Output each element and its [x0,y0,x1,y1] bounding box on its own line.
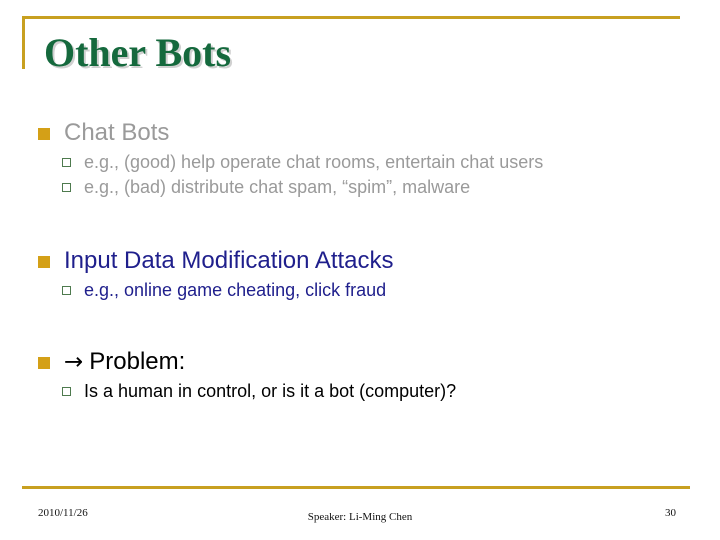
bullet-level2-label: e.g., (good) help operate chat rooms, en… [84,152,544,172]
bullet-level2-chat-bots-good: e.g., (good) help operate chat rooms, en… [0,150,720,175]
bullet-level2-chat-bots-bad: e.g., (bad) distribute chat spam, “spim”… [0,175,720,200]
square-bullet-icon [38,128,50,140]
bullet-level1-label: Problem: [89,348,186,375]
bullet-level2-label: Is a human in control, or is it a bot (c… [84,381,457,401]
slide-body: Chat Bots e.g., (good) help operate chat… [0,118,720,404]
footer-rule [22,486,690,489]
bullet-level1-problem-text: → Problem: [64,347,185,377]
hollow-square-bullet-icon [62,387,71,396]
footer-page-number: 30 [665,507,676,519]
bullet-level1-problem: → Problem: [0,347,720,377]
square-bullet-icon [38,357,50,369]
bullet-level2-label: e.g., (bad) distribute chat spam, “spim”… [84,177,471,197]
hollow-square-bullet-icon [62,286,71,295]
slide-footer: 2010/11/26 Speaker: Li-Ming Chen 30 [0,506,720,526]
footer-speaker: Speaker: Li-Ming Chen [307,511,413,523]
hollow-square-bullet-icon [62,158,71,167]
bullet-level1-input-data-modification: Input Data Modification Attacks [0,246,720,276]
bullet-level2-problem-question: Is a human in control, or is it a bot (c… [0,379,720,404]
bullet-level1-label: Chat Bots [64,119,170,146]
content-block-problem: → Problem: Is a human in control, or is i… [0,347,720,404]
slide-canvas: Other Bots Chat Bots e.g., (good) help o… [0,0,720,540]
hollow-square-bullet-icon [62,183,71,192]
bullet-level1-label: Input Data Modification Attacks [64,247,394,274]
square-bullet-icon [38,256,50,268]
slide-title: Other Bots [44,30,232,75]
bullet-level1-chat-bots: Chat Bots [0,118,720,148]
content-block-chat-bots: Chat Bots e.g., (good) help operate chat… [0,118,720,200]
right-arrow-icon: → [64,349,84,375]
title-left-rule [22,16,25,69]
bullet-level2-label: e.g., online game cheating, click fraud [84,280,387,300]
title-top-rule [22,16,680,19]
content-block-input-data-modification: Input Data Modification Attacks e.g., on… [0,246,720,303]
bullet-level2-input-data-examples: e.g., online game cheating, click fraud [0,278,720,303]
